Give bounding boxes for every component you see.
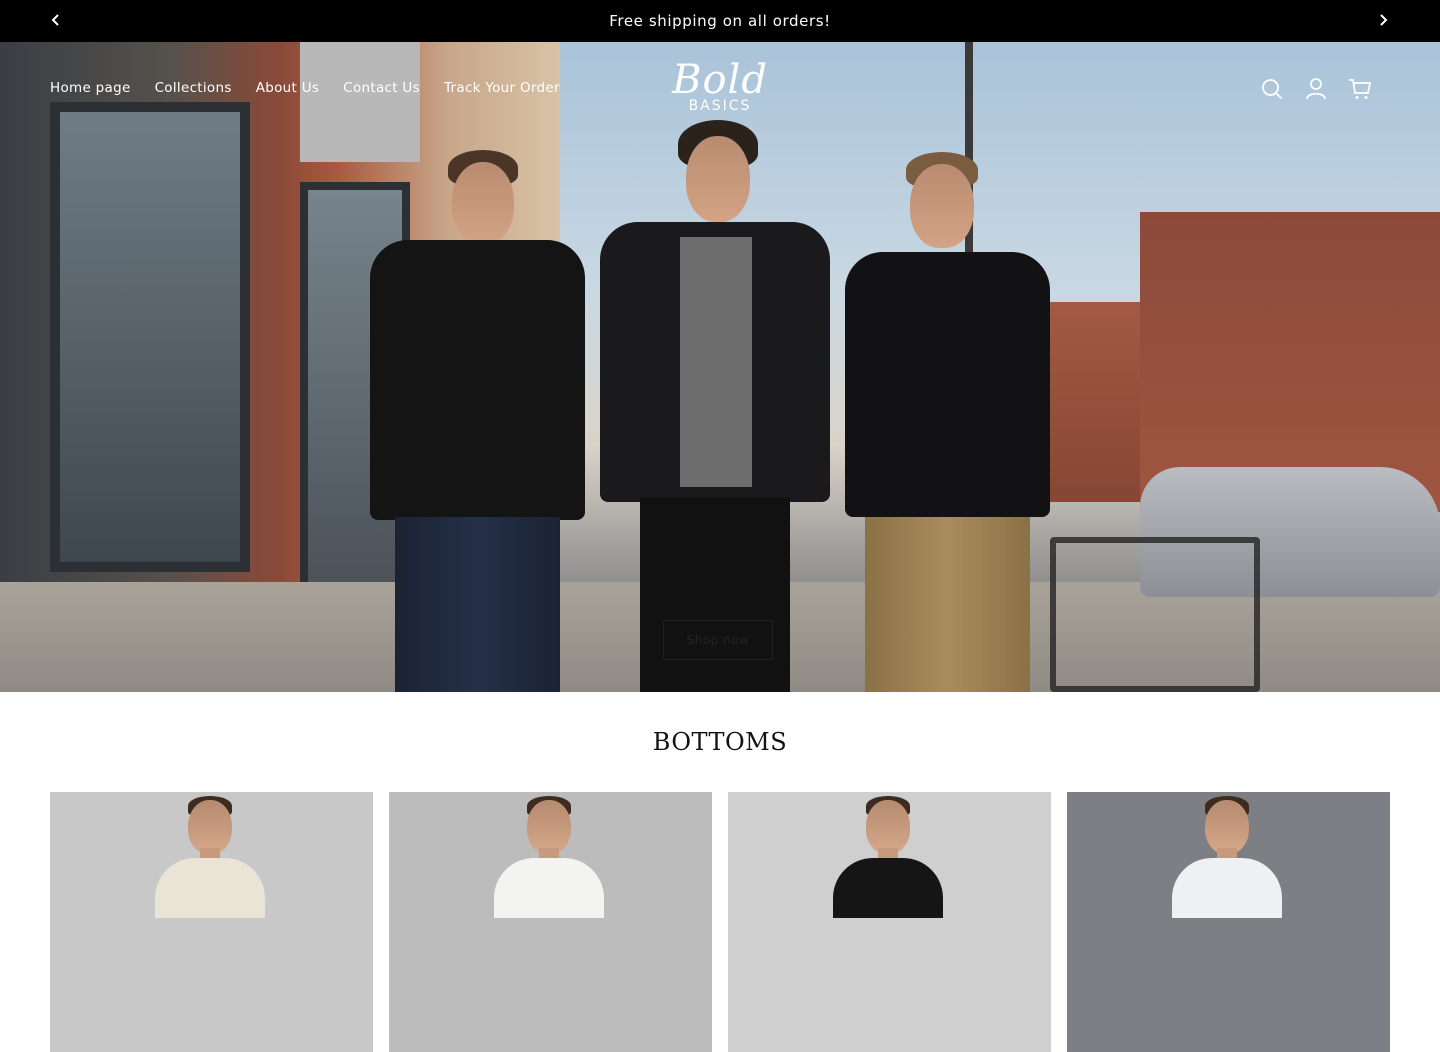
hero-background-window: [50, 102, 250, 572]
nav-track-order[interactable]: Track Your Order: [444, 80, 560, 96]
hero-model-center: [600, 120, 830, 692]
chevron-right-icon: [1376, 12, 1390, 31]
header-icons: [1260, 78, 1372, 104]
product-grid: [50, 792, 1390, 1052]
product-image: [728, 792, 1051, 1052]
product-image: [50, 792, 373, 1052]
hero-banner: Shop now: [0, 42, 1440, 692]
product-card[interactable]: [1067, 792, 1390, 1052]
logo-script-text: Bold: [672, 57, 768, 103]
nav-home[interactable]: Home page: [50, 80, 131, 96]
product-image: [1067, 792, 1390, 1052]
hero-background-sign: [300, 42, 420, 162]
product-card[interactable]: [50, 792, 373, 1052]
product-image: [389, 792, 712, 1052]
cart-icon: [1348, 77, 1372, 105]
hero-background-bench: [1050, 537, 1260, 692]
announcement-text: Free shipping on all orders!: [609, 12, 831, 30]
nav-contact-us[interactable]: Contact Us: [343, 80, 420, 96]
main-nav: Home page Collections About Us Contact U…: [50, 80, 560, 96]
account-icon: [1305, 77, 1327, 105]
shop-now-button[interactable]: Shop now: [663, 620, 773, 660]
chevron-left-icon: [49, 12, 63, 31]
search-icon: [1261, 78, 1283, 104]
hero-model-left: [370, 150, 585, 692]
announcement-bar: Free shipping on all orders!: [0, 0, 1440, 42]
collection-title: BOTTOMS: [652, 728, 788, 756]
nav-about-us[interactable]: About Us: [256, 80, 320, 96]
cart-button[interactable]: [1348, 78, 1372, 104]
site-logo[interactable]: Bold BASICS: [660, 60, 780, 124]
hero-model-right: [840, 152, 1055, 692]
product-card[interactable]: [389, 792, 712, 1052]
account-button[interactable]: [1304, 78, 1328, 104]
announcement-next-button[interactable]: [1372, 10, 1394, 32]
product-card[interactable]: [728, 792, 1051, 1052]
announcement-prev-button[interactable]: [45, 10, 67, 32]
search-button[interactable]: [1260, 78, 1284, 104]
nav-collections[interactable]: Collections: [155, 80, 232, 96]
